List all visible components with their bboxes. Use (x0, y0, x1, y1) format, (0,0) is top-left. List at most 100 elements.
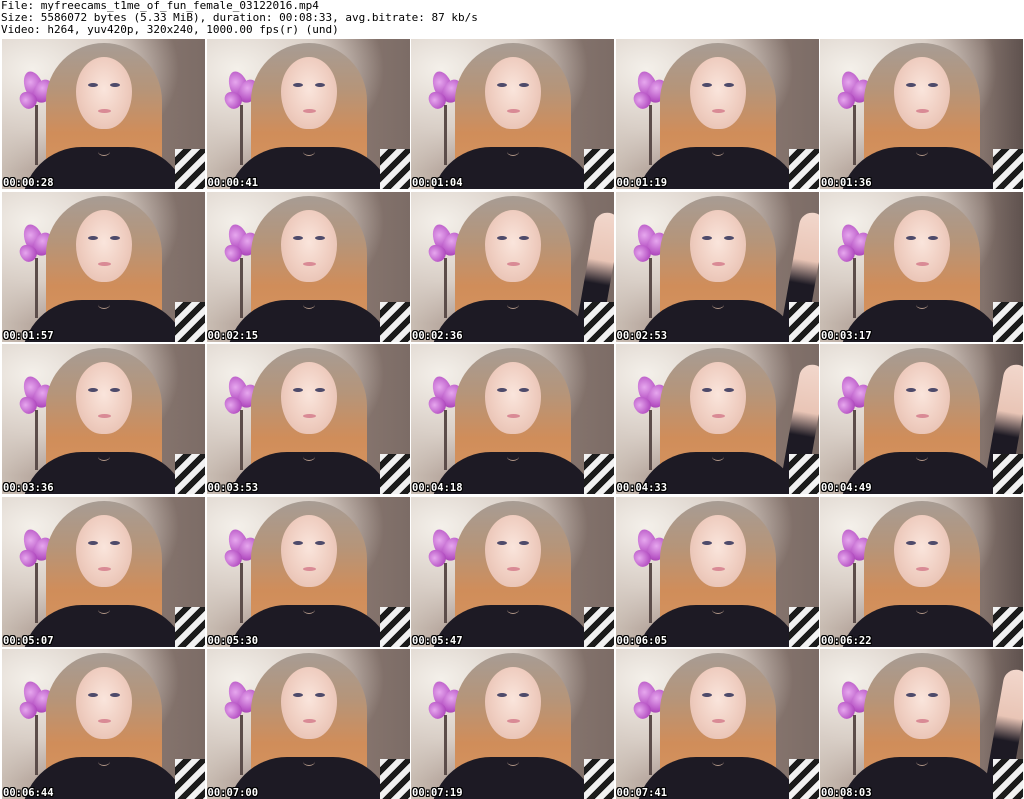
thumbnail-timestamp: 00:05:47 (412, 634, 463, 647)
necklace (711, 147, 724, 156)
video-thumbnail[interactable]: 00:04:33 (615, 344, 819, 494)
thumbnail-timestamp: 00:03:36 (3, 482, 54, 494)
necklace (916, 757, 928, 766)
striped-fabric (788, 301, 819, 342)
necklace (302, 147, 315, 156)
striped-fabric (788, 149, 819, 189)
striped-fabric (379, 606, 410, 647)
striped-fabric (175, 759, 205, 799)
video-thumbnail[interactable]: 00:03:53 (206, 344, 410, 494)
person-face (485, 57, 541, 129)
striped-fabric (175, 454, 205, 494)
thumbnail-timestamp: 00:00:28 (3, 177, 54, 189)
thumbnail-timestamp: 00:02:15 (207, 329, 259, 342)
striped-fabric (993, 301, 1023, 342)
thumbnail-timestamp: 00:08:03 (821, 787, 872, 799)
striped-fabric (993, 149, 1023, 189)
necklace (98, 300, 110, 309)
necklace (711, 452, 724, 461)
thumbnail-timestamp: 00:01:57 (3, 329, 54, 342)
thumbnail-timestamp: 00:00:41 (207, 177, 259, 189)
person-face (76, 209, 132, 282)
striped-fabric (379, 301, 410, 342)
video-thumbnail[interactable]: 00:02:53 (615, 191, 819, 342)
necklace (98, 757, 110, 766)
striped-fabric (379, 759, 410, 799)
thumbnail-timestamp: 00:02:53 (616, 329, 668, 342)
video-thumbnail[interactable]: 00:05:07 (2, 496, 205, 647)
video-thumbnail[interactable]: 00:04:18 (411, 344, 614, 494)
necklace (98, 605, 110, 614)
video-thumbnail[interactable]: 00:03:36 (2, 344, 205, 494)
video-thumbnail[interactable]: 00:06:22 (820, 496, 1023, 647)
person-face (76, 514, 132, 587)
person-face (76, 667, 132, 739)
video-thumbnail[interactable]: 00:08:03 (820, 649, 1023, 799)
person-face (485, 667, 541, 739)
necklace (507, 605, 519, 614)
video-thumbnail[interactable]: 00:03:17 (820, 191, 1023, 342)
necklace (507, 452, 519, 461)
person-face (485, 362, 541, 434)
necklace (98, 452, 110, 461)
thumbnail-timestamp: 00:05:07 (3, 634, 54, 647)
video-thumbnail[interactable]: 00:01:36 (820, 39, 1023, 189)
person-face (894, 57, 950, 129)
necklace (916, 605, 928, 614)
video-thumbnail[interactable]: 00:05:30 (206, 496, 410, 647)
necklace (507, 757, 519, 766)
video-thumbnail[interactable]: 00:01:19 (615, 39, 819, 189)
video-thumbnail[interactable]: 00:06:05 (615, 496, 819, 647)
video-thumbnail[interactable]: 00:00:41 (206, 39, 410, 189)
striped-fabric (993, 606, 1023, 647)
video-thumbnail[interactable]: 00:07:19 (411, 649, 614, 799)
person-face (280, 667, 337, 739)
necklace (302, 757, 315, 766)
striped-fabric (175, 606, 205, 647)
necklace (916, 300, 928, 309)
video-thumbnail[interactable]: 00:02:15 (206, 191, 410, 342)
video-thumbnail[interactable]: 00:01:57 (2, 191, 205, 342)
video-thumbnail[interactable]: 00:07:00 (206, 649, 410, 799)
thumbnail-timestamp: 00:06:05 (616, 634, 668, 647)
person-face (894, 514, 950, 587)
necklace (302, 452, 315, 461)
thumbnail-timestamp: 00:07:41 (616, 787, 668, 799)
striped-fabric (584, 301, 614, 342)
necklace (916, 147, 928, 156)
thumbnail-timestamp: 00:07:19 (412, 787, 463, 799)
necklace (711, 605, 724, 614)
file-info-header: File: myfreecams_t1me_of_fun_female_0312… (0, 0, 1024, 38)
thumbnail-timestamp: 00:03:53 (207, 482, 259, 494)
video-thumbnail[interactable]: 00:01:04 (411, 39, 614, 189)
thumbnail-timestamp: 00:05:30 (207, 634, 259, 647)
person-face (76, 362, 132, 434)
thumbnail-timestamp: 00:04:18 (412, 482, 463, 494)
person-face (894, 209, 950, 282)
thumbnail-timestamp: 00:06:44 (3, 787, 54, 799)
video-thumbnail[interactable]: 00:05:47 (411, 496, 614, 647)
video-thumbnail[interactable]: 00:00:28 (2, 39, 205, 189)
striped-fabric (379, 149, 410, 189)
video-info-line: Video: h264, yuv420p, 320x240, 1000.00 f… (1, 23, 339, 36)
person-face (280, 209, 337, 282)
person-face (894, 362, 950, 434)
necklace (507, 300, 519, 309)
video-thumbnail[interactable]: 00:06:44 (2, 649, 205, 799)
striped-fabric (584, 454, 614, 494)
person-face (689, 57, 746, 129)
video-thumbnail[interactable]: 00:07:41 (615, 649, 819, 799)
video-thumbnail[interactable]: 00:02:36 (411, 191, 614, 342)
person-face (894, 667, 950, 739)
person-face (280, 362, 337, 434)
person-face (689, 514, 746, 587)
necklace (711, 300, 724, 309)
video-thumbnail[interactable]: 00:04:49 (820, 344, 1023, 494)
striped-fabric (175, 149, 205, 189)
thumbnail-timestamp: 00:06:22 (821, 634, 872, 647)
striped-fabric (993, 759, 1023, 799)
striped-fabric (379, 454, 410, 494)
thumbnail-grid: 00:00:28 00:00:41 00:01:04 00:01:19 00:01:36… (2, 39, 1023, 799)
person-face (485, 514, 541, 587)
necklace (507, 147, 519, 156)
